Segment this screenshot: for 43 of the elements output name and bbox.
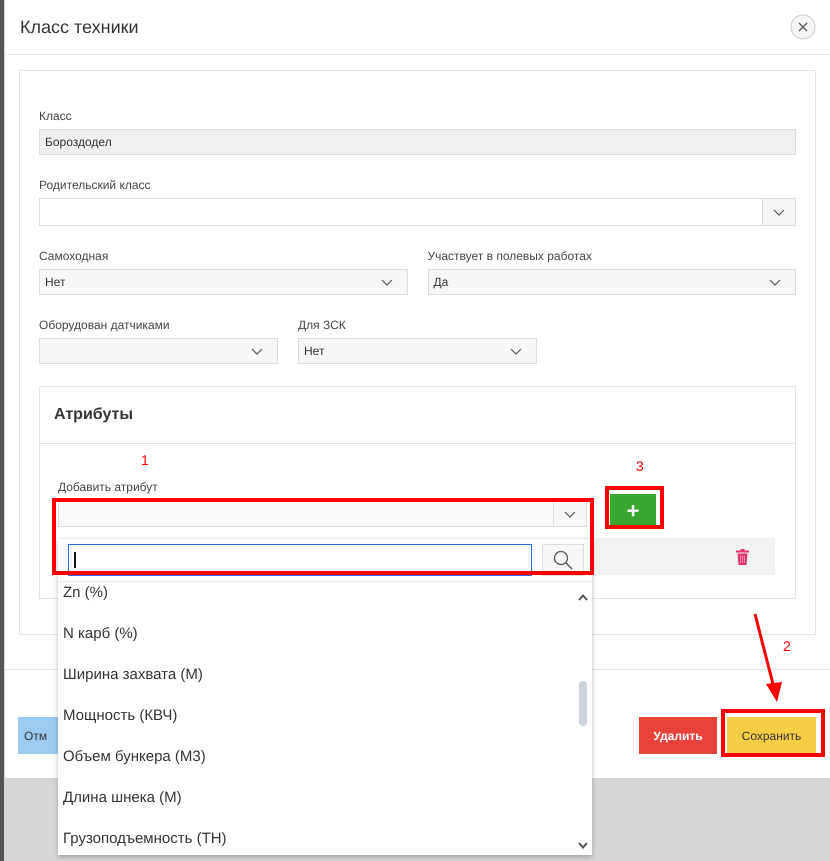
dialog-title: Класс техники xyxy=(20,16,139,38)
chevron-down-icon xyxy=(380,278,392,286)
chevron-down-icon xyxy=(564,510,576,518)
scrollbar-thumb[interactable] xyxy=(579,681,587,726)
section-title: Атрибуты xyxy=(54,406,134,424)
select-field[interactable]: Нет xyxy=(298,338,537,364)
select-field[interactable] xyxy=(39,338,278,364)
field-label: Оборудован датчиками xyxy=(39,317,171,333)
dropdown-option[interactable]: Длина шнека (М) xyxy=(63,777,574,818)
highlight-frame xyxy=(605,486,664,529)
dropdown-option[interactable]: N карб (%) xyxy=(63,613,574,654)
select-field[interactable]: Да xyxy=(428,269,796,295)
trash-icon[interactable] xyxy=(736,548,749,564)
save-button[interactable]: Сохранить xyxy=(727,717,816,754)
field-label: Для ЗСК xyxy=(298,317,347,333)
dropdown-option[interactable]: Грузоподъемность (ТН) xyxy=(63,818,574,855)
field-label: Класс xyxy=(39,108,73,124)
chevron-down-icon xyxy=(578,842,588,849)
field-label: Самоходная xyxy=(39,248,110,264)
combo-field[interactable] xyxy=(58,501,587,527)
chevron-down-icon xyxy=(251,348,263,354)
search-icon xyxy=(553,550,573,570)
chevron-up-icon xyxy=(578,594,588,601)
field-label: Родительский класс xyxy=(39,177,152,193)
step-number: 2 xyxy=(783,638,791,654)
dropdown-option[interactable]: Объем бункера (М3) xyxy=(63,736,574,777)
field-label: Добавить атрибут xyxy=(58,479,158,495)
chevron-down-icon xyxy=(773,208,785,216)
combo-field[interactable] xyxy=(39,198,796,226)
chevron-down-icon xyxy=(510,348,522,354)
cancel-button[interactable]: Отм xyxy=(18,717,58,754)
search-field[interactable] xyxy=(68,544,532,576)
dropdown-option[interactable]: Ширина захвата (М) xyxy=(63,654,574,695)
step-number: 3 xyxy=(636,458,644,474)
chevron-down-icon xyxy=(769,278,781,286)
select-field[interactable]: Нет xyxy=(39,269,408,295)
step-number: 1 xyxy=(141,452,149,468)
text-field[interactable]: Бороздодел xyxy=(39,129,796,155)
dropdown-option[interactable]: Мощность (КВЧ) xyxy=(63,695,574,736)
dropdown-option[interactable]: Zn (%) xyxy=(63,582,574,613)
field-label: Участвует в полевых работах xyxy=(428,248,593,264)
close-icon[interactable] xyxy=(790,14,816,40)
delete-button[interactable]: Удалить xyxy=(639,717,717,754)
